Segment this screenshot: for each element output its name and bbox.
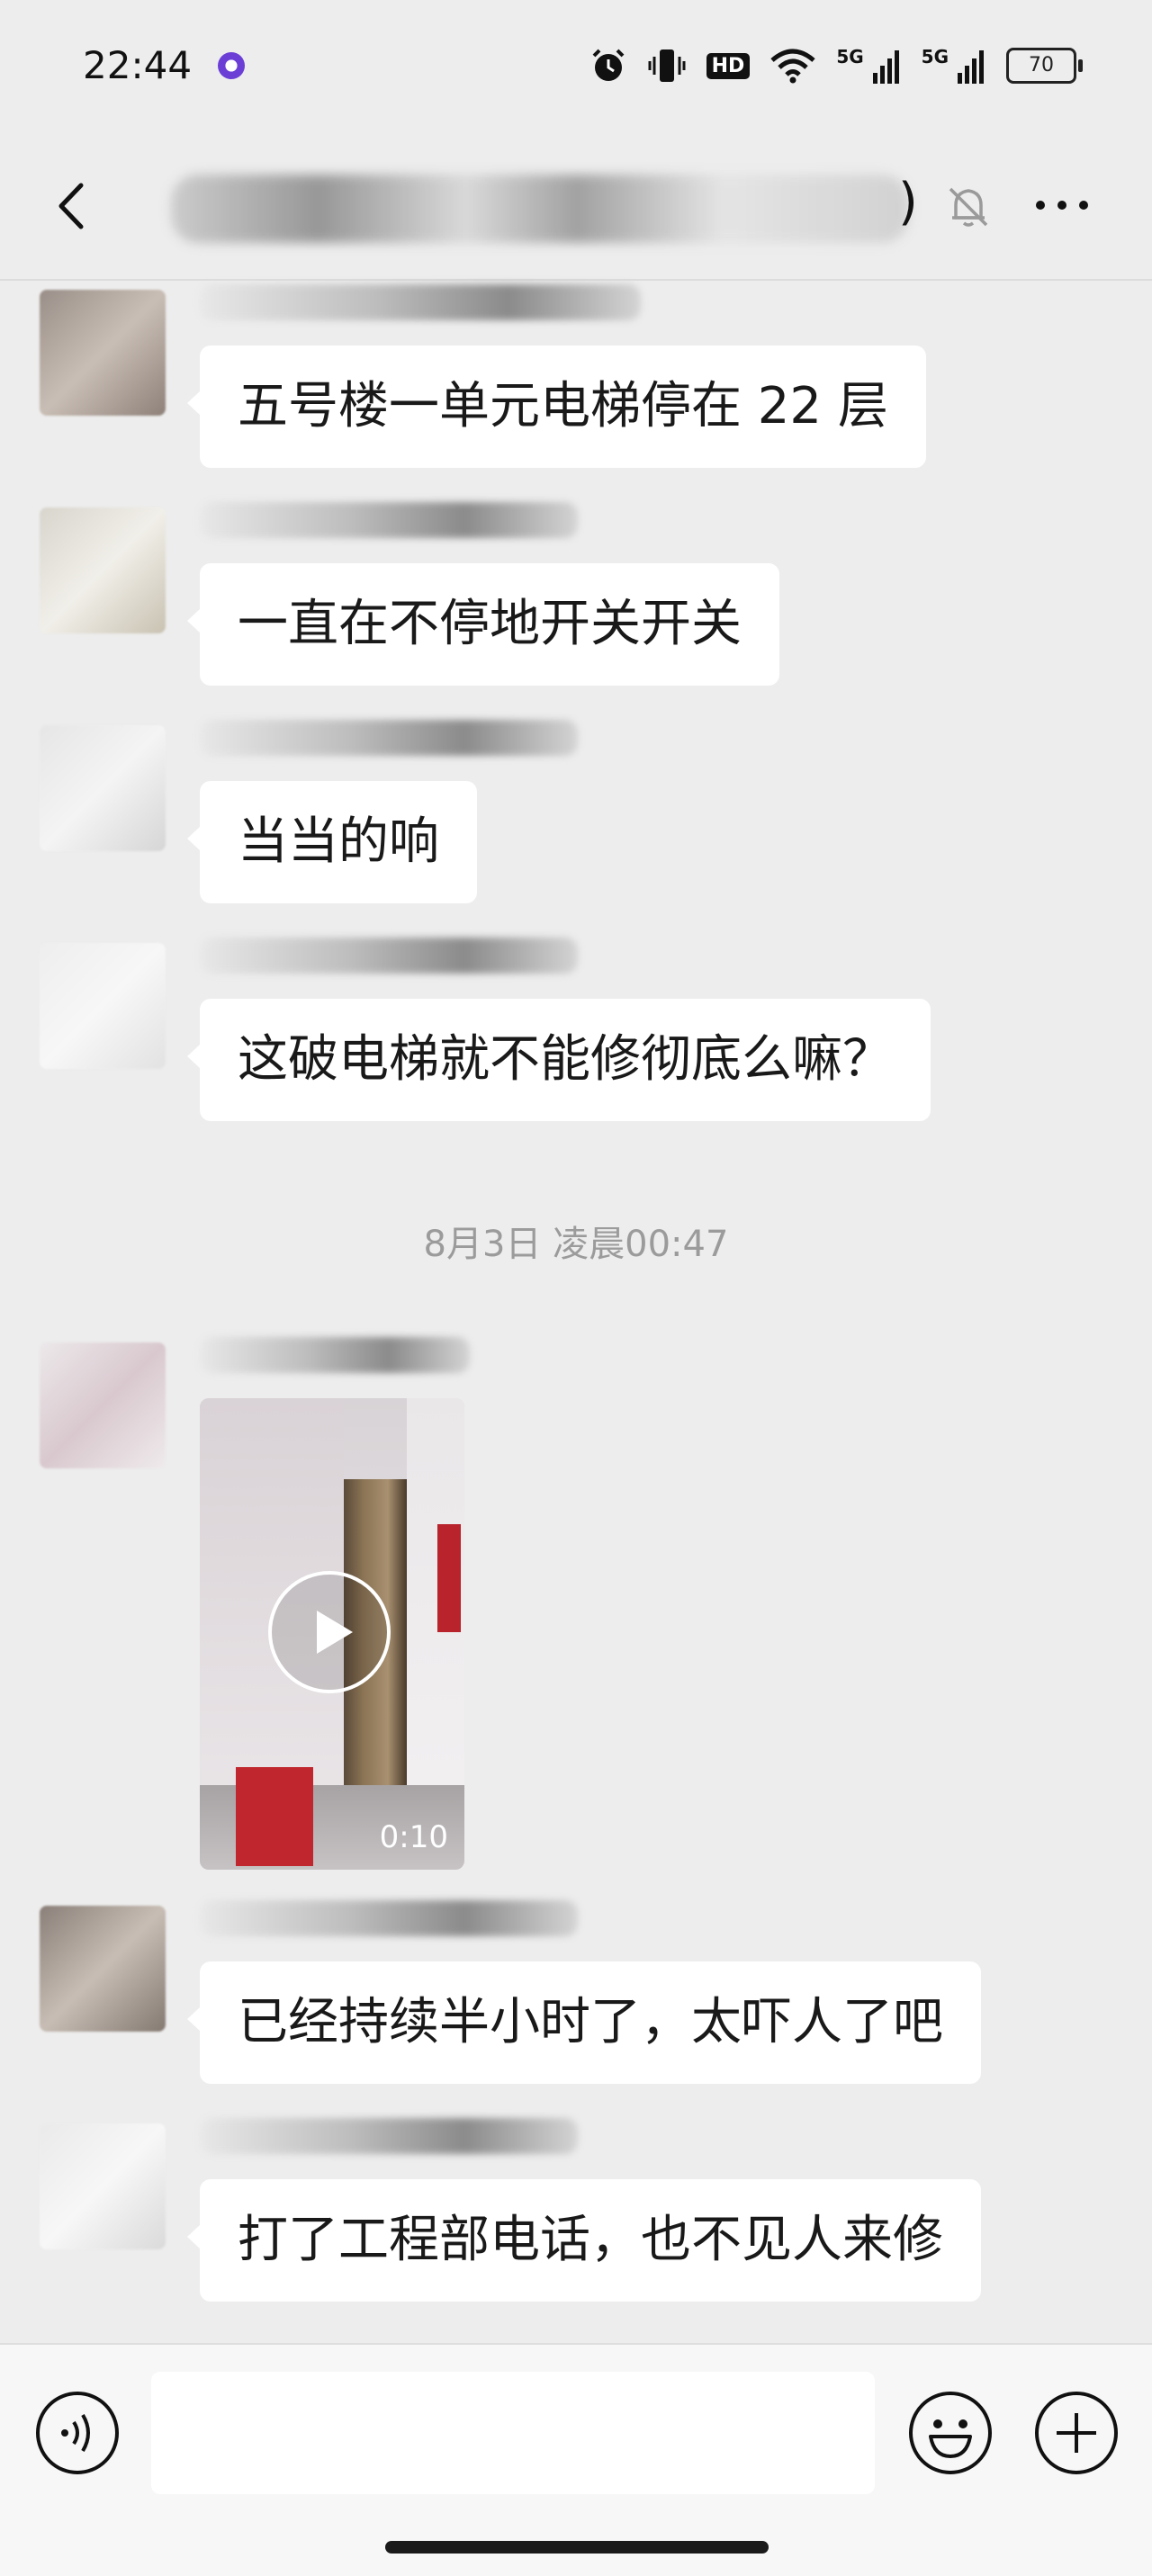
avatar[interactable] bbox=[40, 1906, 166, 2032]
message-bubble[interactable]: 已经持续半小时了，太吓人了吧 bbox=[187, 1961, 981, 2084]
input-bar bbox=[0, 2343, 1152, 2576]
voice-icon[interactable] bbox=[34, 2390, 121, 2476]
chat-title-redacted bbox=[171, 175, 909, 243]
avatar[interactable] bbox=[40, 290, 166, 416]
battery-icon: 70 bbox=[1006, 48, 1083, 84]
sender-name-redacted bbox=[200, 1900, 578, 1936]
emoji-icon[interactable] bbox=[907, 2390, 994, 2476]
more-icon[interactable] bbox=[1030, 178, 1094, 232]
avatar[interactable] bbox=[40, 943, 166, 1069]
status-bar: 22:44 HD 5G 5G 70 bbox=[0, 0, 1152, 135]
video-frame-panel bbox=[437, 1524, 461, 1632]
sender-name-redacted bbox=[200, 2118, 578, 2154]
back-icon[interactable] bbox=[45, 175, 99, 238]
avatar[interactable] bbox=[40, 725, 166, 851]
sender-name-redacted bbox=[200, 720, 578, 756]
video-frame-box bbox=[236, 1767, 313, 1866]
chat-timestamp: 8月3日 凌晨00:47 bbox=[423, 1224, 729, 1265]
vibrate-icon bbox=[648, 49, 686, 82]
signal-5g-icon bbox=[958, 50, 984, 84]
chat-header: ) bbox=[0, 135, 1152, 281]
net-label-1: 5G bbox=[836, 46, 864, 67]
status-icons: HD 5G 5G 70 bbox=[590, 45, 1083, 86]
mute-bell-icon bbox=[949, 187, 988, 227]
message-bubble[interactable]: 五号楼一单元电梯停在 22 层 bbox=[187, 346, 926, 468]
signal-5g-icon bbox=[872, 50, 899, 84]
sender-name-redacted bbox=[200, 502, 578, 538]
wifi-icon bbox=[770, 49, 815, 84]
hd-icon: HD bbox=[706, 52, 751, 79]
status-time: 22:44 bbox=[83, 43, 193, 87]
message-bubble[interactable]: 当当的响 bbox=[187, 781, 477, 903]
avatar[interactable] bbox=[40, 507, 166, 633]
video-duration: 0:10 bbox=[379, 1819, 448, 1855]
video-message[interactable]: 0:10 bbox=[200, 1398, 464, 1870]
message-bubble[interactable]: 一直在不停地开关开关 bbox=[187, 563, 779, 686]
sender-name-redacted bbox=[200, 284, 641, 320]
avatar[interactable] bbox=[40, 2123, 166, 2249]
message-bubble[interactable]: 打了工程部电话，也不见人来修 bbox=[187, 2179, 981, 2302]
message-input[interactable] bbox=[151, 2372, 875, 2494]
plus-icon[interactable] bbox=[1033, 2390, 1120, 2476]
sender-name-redacted bbox=[200, 1337, 470, 1373]
home-indicator[interactable] bbox=[385, 2541, 769, 2554]
message-bubble[interactable]: 这破电梯就不能修彻底么嘛？ bbox=[187, 999, 931, 1121]
net-label-2: 5G bbox=[921, 46, 949, 67]
avatar[interactable] bbox=[40, 1342, 166, 1468]
chat-title-suffix: ) bbox=[898, 173, 918, 231]
play-icon[interactable] bbox=[266, 1569, 392, 1695]
sender-name-redacted bbox=[200, 938, 578, 974]
purple-app-icon bbox=[218, 52, 245, 79]
alarm-icon bbox=[592, 49, 625, 81]
